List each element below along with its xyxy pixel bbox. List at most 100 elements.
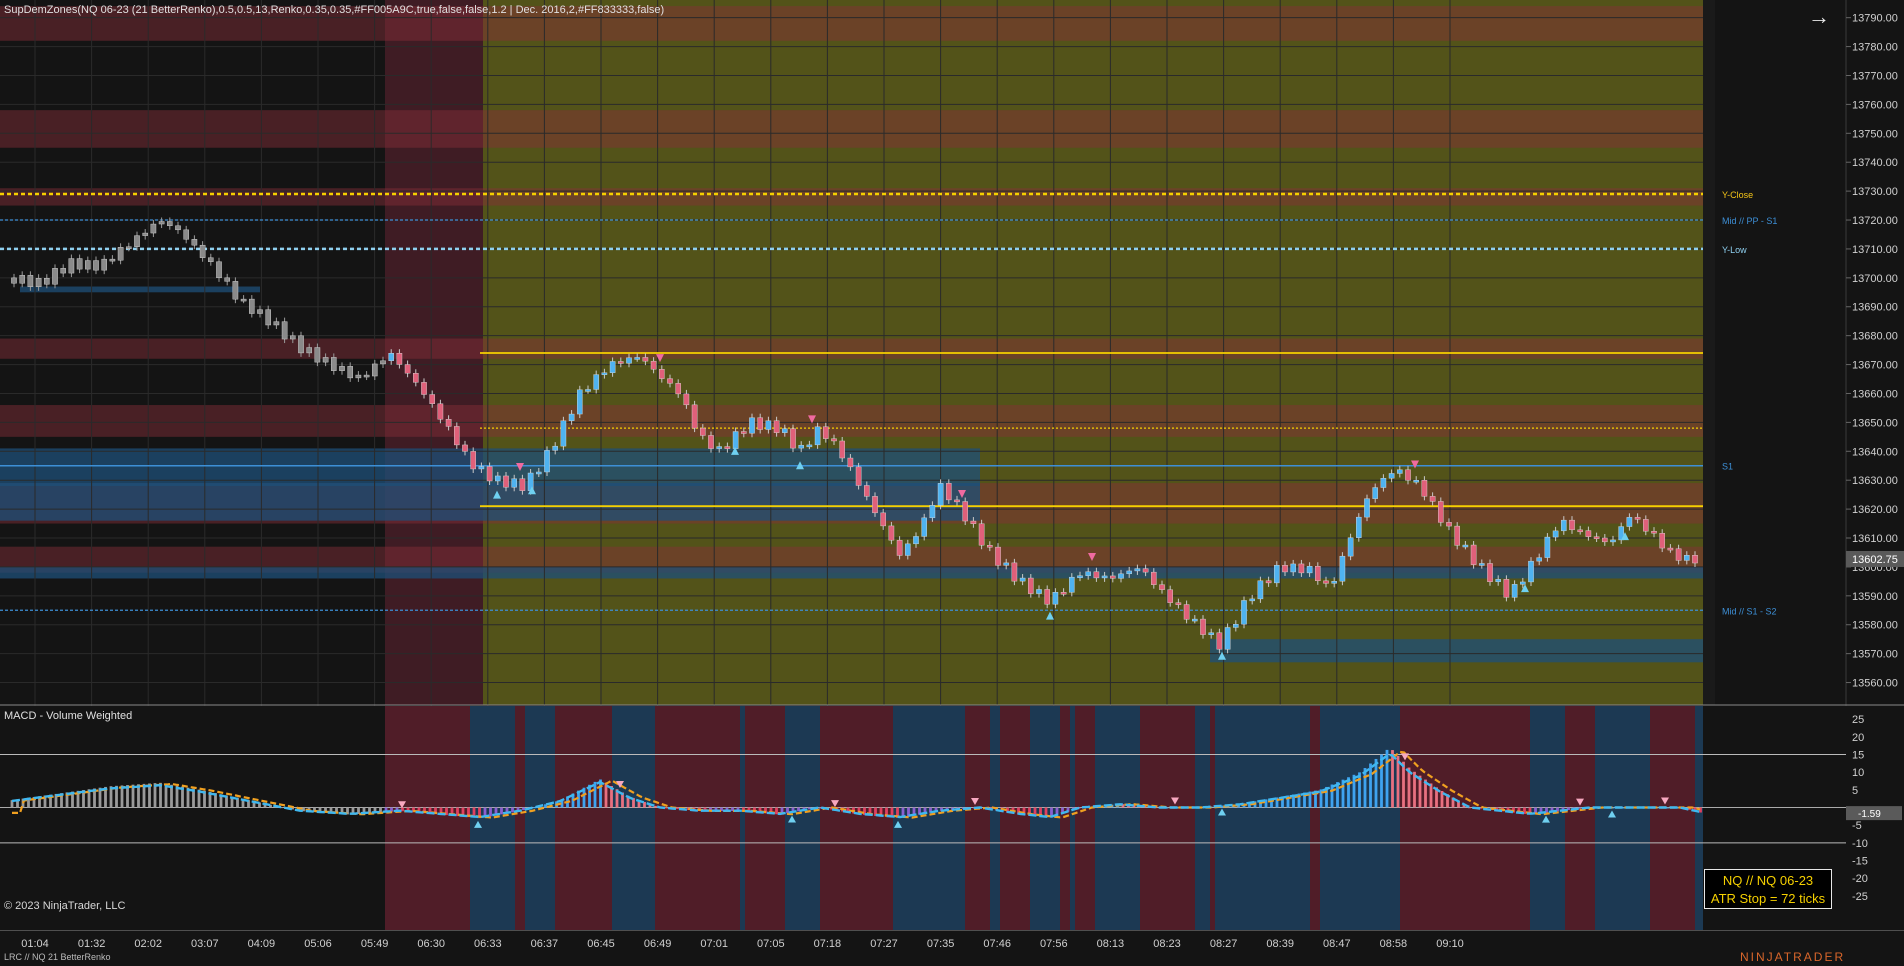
candle-body bbox=[19, 275, 26, 284]
candle-body bbox=[667, 378, 673, 384]
macd-trend-band bbox=[1195, 706, 1210, 930]
macd-trend-band bbox=[1070, 706, 1075, 930]
time-tick-label: 01:04 bbox=[21, 938, 49, 950]
time-tick-label: 07:18 bbox=[814, 938, 842, 950]
time-tick-label: 07:46 bbox=[983, 938, 1011, 950]
candle-body bbox=[1347, 537, 1354, 557]
macd-bar bbox=[654, 805, 657, 808]
candle-body bbox=[486, 466, 493, 482]
candle-body bbox=[970, 520, 977, 524]
time-tick-label: 08:39 bbox=[1266, 938, 1294, 950]
candle-body bbox=[1191, 618, 1198, 622]
demand-zone bbox=[1210, 639, 1760, 663]
candle-body bbox=[44, 278, 50, 285]
macd-bar bbox=[1391, 750, 1394, 808]
price-tick-label: 13700.00 bbox=[1852, 273, 1898, 285]
time-tick-label: 07:56 bbox=[1040, 938, 1068, 950]
candle-body bbox=[191, 239, 198, 246]
candle-body bbox=[1683, 555, 1690, 561]
price-tick-label: 13630.00 bbox=[1852, 475, 1898, 487]
candle-body bbox=[1495, 579, 1501, 582]
candle-body bbox=[1282, 564, 1288, 573]
macd-tick-label: 25 bbox=[1852, 714, 1864, 726]
candle-body bbox=[1454, 525, 1460, 546]
macd-bar bbox=[1341, 779, 1345, 808]
time-tick-label: 08:23 bbox=[1153, 938, 1181, 950]
candle-body bbox=[732, 431, 739, 449]
time-tick-label: 01:32 bbox=[78, 938, 106, 950]
candle-body bbox=[495, 475, 501, 482]
candle-body bbox=[880, 512, 886, 527]
candle-body bbox=[1027, 577, 1034, 594]
macd-current-label: -1.59 bbox=[1858, 809, 1881, 820]
macd-trend-band bbox=[893, 706, 965, 930]
time-tick-label: 07:05 bbox=[757, 938, 785, 950]
macd-bar bbox=[1380, 754, 1383, 808]
candle-body bbox=[823, 426, 829, 439]
macd-trend-band bbox=[555, 706, 612, 930]
candle-body bbox=[1610, 539, 1616, 543]
macd-trend-band bbox=[1695, 706, 1703, 930]
candle-body bbox=[322, 357, 329, 363]
candle-body bbox=[454, 426, 460, 446]
candle-body bbox=[577, 389, 583, 415]
candle-body bbox=[1429, 496, 1436, 502]
candle-body bbox=[536, 471, 542, 475]
candle-body bbox=[199, 244, 206, 258]
arrow-right-icon[interactable]: → bbox=[1808, 6, 1830, 28]
price-tick-label: 13560.00 bbox=[1852, 678, 1898, 690]
candle-body bbox=[749, 417, 755, 434]
candle-body bbox=[60, 268, 66, 274]
candle-body bbox=[913, 536, 919, 545]
candle-body bbox=[1585, 530, 1592, 537]
macd-trend-band bbox=[470, 706, 515, 930]
candle-body bbox=[1126, 570, 1132, 575]
demand-zone bbox=[0, 566, 1730, 579]
candle-body bbox=[1487, 563, 1493, 582]
candle-body bbox=[1077, 575, 1083, 578]
macd-trend-band bbox=[515, 706, 525, 930]
candle-body bbox=[421, 382, 427, 395]
macd-trend-band bbox=[1595, 706, 1650, 930]
candle-body bbox=[888, 525, 895, 541]
candle-body bbox=[281, 321, 288, 340]
candle-body bbox=[1249, 598, 1255, 602]
macd-trend-band bbox=[745, 706, 785, 930]
candle-body bbox=[1659, 533, 1665, 549]
candle-body bbox=[626, 357, 632, 364]
macd-trend-band bbox=[1000, 706, 1030, 930]
candle-body bbox=[232, 281, 239, 300]
candle-body bbox=[798, 444, 804, 449]
supply-zone bbox=[0, 405, 1710, 437]
candle-body bbox=[765, 420, 772, 430]
candle-body bbox=[470, 451, 477, 470]
candle-body bbox=[1364, 498, 1370, 518]
time-tick-label: 07:35 bbox=[927, 938, 955, 950]
candle-body bbox=[413, 373, 419, 383]
candle-body bbox=[634, 357, 640, 360]
candle-body bbox=[1036, 589, 1042, 594]
candle-body bbox=[84, 260, 91, 270]
macd-trend-band bbox=[785, 706, 820, 930]
macd-bar bbox=[489, 807, 492, 817]
candle-body bbox=[987, 545, 993, 548]
candle-body bbox=[1257, 580, 1264, 600]
chart-canvas[interactable]: 13790.00 13780.00 13770.00 13760.00 13750.00… bbox=[0, 0, 1904, 966]
info-box-instrument: NQ // NQ 06-23 bbox=[1722, 873, 1814, 888]
candle-body bbox=[519, 478, 526, 491]
copyright-text: © 2023 NinjaTrader, LLC bbox=[4, 900, 126, 912]
candle-body bbox=[125, 246, 132, 249]
price-tick-label: 13780.00 bbox=[1852, 42, 1898, 54]
candle-body bbox=[462, 444, 468, 452]
price-tick-label: 13770.00 bbox=[1852, 70, 1898, 82]
candle-body bbox=[1528, 560, 1534, 583]
time-tick-label: 03:07 bbox=[191, 938, 219, 950]
macd-trend-band bbox=[965, 706, 990, 930]
price-tick-label: 13710.00 bbox=[1852, 244, 1898, 256]
macd-bar bbox=[676, 807, 679, 810]
candle-body bbox=[1380, 478, 1387, 488]
candle-body bbox=[659, 369, 665, 379]
candle-body bbox=[724, 446, 731, 449]
candle-body bbox=[11, 277, 17, 284]
candle-body bbox=[1651, 530, 1657, 534]
